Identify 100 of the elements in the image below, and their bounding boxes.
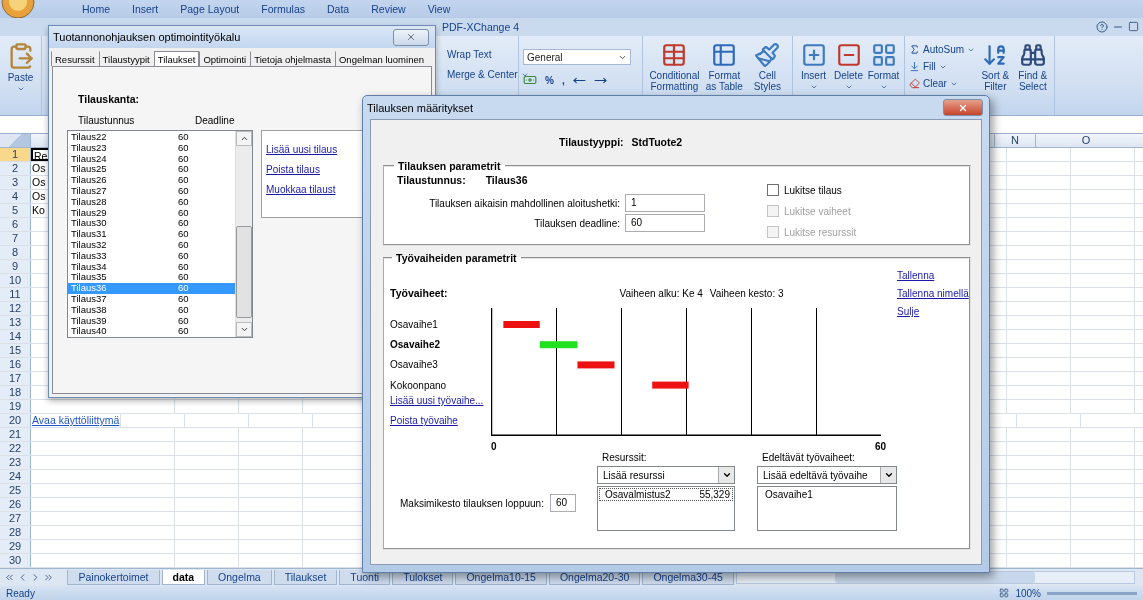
checkbox[interactable] [767, 184, 779, 196]
row-header[interactable]: 17 [0, 372, 31, 385]
row-header[interactable]: 23 [0, 456, 31, 469]
phase-item[interactable]: Osavaihe1 [390, 318, 438, 330]
row-header[interactable]: 27 [0, 512, 31, 525]
select-all-corner[interactable] [0, 134, 31, 147]
order-list-item[interactable]: Tilaus35 60 [68, 272, 235, 284]
row-header[interactable]: 13 [0, 316, 31, 329]
action-link[interactable]: Lisää uusi tilaus [266, 144, 338, 155]
ribbon-tab[interactable]: Data [327, 3, 350, 15]
row-header[interactable]: 11 [0, 288, 31, 301]
order-list-item[interactable]: Tilaus40 60 [68, 326, 235, 338]
sheet-tab[interactable]: Tilaukset [273, 570, 338, 585]
scroll-thumb[interactable] [236, 226, 252, 318]
cells-button[interactable]: Format [867, 42, 900, 115]
predecessor-list-item[interactable]: Osavaihe1 [759, 488, 895, 501]
row-header[interactable]: 19 [0, 400, 31, 413]
dialog-tab[interactable]: Tietoja ohjelmasta [250, 51, 335, 66]
zoom-level[interactable]: 100% [1015, 587, 1041, 599]
sheet-tab[interactable]: Ongelma [207, 570, 272, 585]
phase-item[interactable]: Osavaihe2 [390, 338, 441, 350]
paste-button[interactable]: Paste [4, 42, 37, 115]
sheet-tab[interactable]: data [161, 570, 206, 585]
action-link[interactable]: Muokkaa tilaust [266, 184, 336, 195]
order-list-item[interactable]: Tilaus31 60 [68, 229, 235, 240]
order-list-item[interactable]: Tilaus30 60 [68, 218, 235, 230]
row-header[interactable]: 16 [0, 358, 31, 371]
row-header[interactable]: 10 [0, 274, 31, 287]
order-list-item[interactable]: Tilaus32 60 [68, 239, 235, 251]
row-header[interactable]: 26 [0, 498, 31, 511]
row-header[interactable]: 12 [0, 302, 31, 315]
input-field[interactable]: 60 [549, 494, 576, 512]
order-list-item[interactable]: Tilaus33 60 [68, 250, 235, 262]
close-button[interactable] [393, 28, 429, 46]
input-field[interactable]: 60 [625, 214, 705, 232]
scroll-bar[interactable] [235, 131, 252, 337]
ribbon-tab[interactable]: PDF-XChange 4 [442, 21, 520, 33]
horizontal-scroll-bar[interactable] [735, 571, 1135, 584]
predecessor-dropdown[interactable]: Lisää edeltävä työvaihe [757, 466, 897, 484]
resource-dropdown[interactable]: Lisää resurssi [597, 466, 735, 484]
row-header[interactable]: 20 [0, 414, 31, 427]
row-header[interactable]: 2 [0, 162, 31, 175]
styles-button[interactable]: Format as Table [703, 42, 745, 115]
clear-button[interactable]: Clear [909, 78, 976, 89]
column-header[interactable]: O [1035, 134, 1136, 147]
order-list-item[interactable]: Tilaus34 60 [68, 261, 235, 273]
column-header[interactable]: N [994, 134, 1035, 147]
cells-button[interactable]: Delete [832, 42, 865, 115]
number-symbol-button[interactable]: , [561, 74, 565, 86]
input-field[interactable]: 1 [625, 194, 705, 212]
scroll-up-button[interactable] [236, 131, 252, 146]
action-link[interactable]: Poista työvaihe [390, 415, 458, 427]
action-link[interactable]: Tallenna [897, 270, 935, 281]
scroll-thumb[interactable] [835, 572, 1036, 583]
sort-filter-button[interactable]: Sort & Filter [978, 42, 1013, 115]
merge-center-button[interactable]: Merge & Center [447, 69, 529, 80]
phase-item[interactable]: Kokoonpano [390, 379, 447, 391]
row-header[interactable]: 3 [0, 176, 31, 189]
row-header[interactable]: 29 [0, 540, 31, 553]
number-format-dropdown[interactable]: General [523, 49, 631, 65]
ribbon-tab[interactable]: Insert [132, 3, 159, 15]
cells-button[interactable]: Insert [797, 42, 830, 115]
phase-item[interactable]: Osavaihe3 [390, 359, 438, 371]
row-header[interactable]: 28 [0, 526, 31, 539]
autosum-button[interactable]: AutoSum [909, 44, 976, 55]
ribbon-tab[interactable]: Review [371, 3, 406, 15]
row-header[interactable]: 24 [0, 470, 31, 483]
row-header[interactable]: 7 [0, 232, 31, 245]
row-header[interactable]: 25 [0, 484, 31, 497]
hyperlink-cell[interactable]: Avaa käyttöliittymä [31, 414, 122, 427]
row-header[interactable]: 8 [0, 246, 31, 259]
styles-button[interactable]: Conditional Formatting [647, 42, 702, 115]
predecessor-list[interactable]: Osavaihe1 [757, 486, 897, 531]
row-header[interactable]: 22 [0, 442, 31, 455]
action-link[interactable]: Lisää uusi työvaihe... [390, 395, 484, 407]
row-header[interactable]: 18 [0, 386, 31, 399]
action-link[interactable]: Sulje [897, 306, 920, 317]
row-header[interactable]: 30 [0, 554, 31, 567]
order-list-item[interactable]: Tilaus38 60 [68, 304, 235, 316]
row-header[interactable]: 5 [0, 204, 31, 217]
scroll-down-button[interactable] [236, 322, 252, 337]
row-header[interactable]: 4 [0, 190, 31, 203]
ribbon-tab[interactable]: Home [82, 3, 110, 15]
row-header[interactable]: 1 [0, 148, 31, 161]
row-header[interactable]: 14 [0, 330, 31, 343]
resource-list-item[interactable]: Osavalmistus2 55,329 [599, 488, 733, 501]
find-select-button[interactable]: Find & Select [1015, 42, 1050, 115]
ribbon-tab[interactable]: Page Layout [180, 3, 240, 15]
row-header[interactable]: 6 [0, 218, 31, 231]
dialog-tab[interactable]: Tilaukset [153, 51, 200, 66]
order-list-item[interactable]: Tilaus22 60 [68, 132, 235, 143]
styles-button[interactable]: Cell Styles [746, 42, 788, 115]
ribbon-tab[interactable]: View [427, 3, 451, 15]
row-header[interactable]: 21 [0, 428, 31, 441]
row-header[interactable]: 9 [0, 260, 31, 273]
resource-list[interactable]: Osavalmistus2 55,329 [597, 486, 735, 531]
close-button[interactable] [943, 99, 983, 116]
fill-button[interactable]: Fill [909, 61, 976, 72]
order-list-item[interactable]: Tilaus37 60 [68, 293, 235, 305]
sheet-tab[interactable]: Painokertoimet [67, 570, 160, 585]
